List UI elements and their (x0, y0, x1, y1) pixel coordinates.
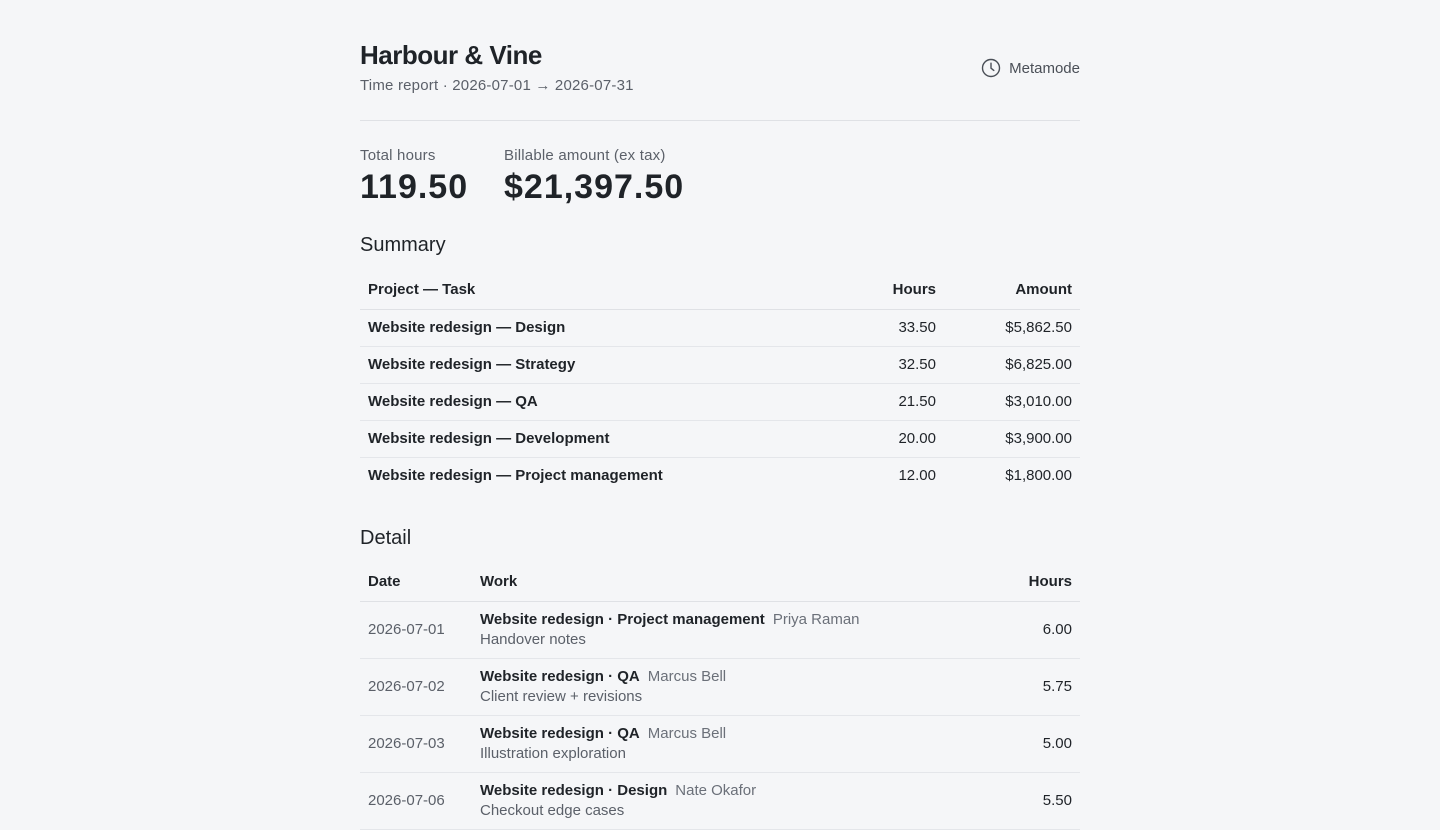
entry-task: Website redesign · Project management (480, 610, 765, 628)
table-row: Website redesign — QA 21.50 $3,010.00 (360, 383, 1080, 420)
detail-title: Detail (360, 527, 412, 549)
summary-header-row: Project — Task Hours Amount (360, 270, 1080, 309)
entry-task: Website redesign · Design (480, 781, 668, 799)
client-name: Harbour & Vine (360, 40, 542, 70)
table-row: 2026-07-06 Website redesign · Design Nate… (360, 772, 1080, 829)
table-row: Website redesign — Development 20.00 $3,… (360, 420, 1080, 457)
entry-note: Checkout edge cases (480, 801, 625, 819)
entry-note: Handover notes (480, 630, 586, 648)
table-row: 2026-07-02 Website redesign · QA Marcus B… (360, 658, 1080, 715)
summary-hours: 12.00 (898, 467, 936, 485)
summary-amount: $5,862.50 (1005, 319, 1072, 336)
summary-hours: 20.00 (898, 430, 936, 447)
summary-task: Website redesign — Strategy (368, 356, 576, 373)
entry-person: Priya Raman (772, 610, 860, 628)
entry-work: Website redesign · QA Marcus Bell Client … (472, 658, 944, 715)
brand: Metamode (981, 58, 1080, 78)
entry-work: Website redesign · Project management Pri… (472, 601, 944, 658)
entry-date: 2026-07-02 (368, 678, 445, 695)
billable-amount-stat: Billable amount (ex tax) $21,397.50 (504, 147, 684, 207)
entry-date: 2026-07-01 (368, 621, 445, 638)
entry-work: Website redesign · QA Marcus Bell Illustr… (472, 715, 944, 772)
summary-task: Website redesign — Design (368, 319, 566, 336)
entry-task: Website redesign · QA (480, 667, 640, 685)
table-row: 2026-07-03 Website redesign · QA Marcus B… (360, 715, 1080, 772)
total-hours-stat: Total hours 119.50 (360, 147, 468, 207)
entry-person: Marcus Bell (647, 724, 727, 742)
entry-person: Nate Okafor (675, 781, 757, 799)
entry-hours: 6.00 (1042, 621, 1072, 638)
column-header-hours: Hours (892, 280, 936, 298)
clock-icon (981, 58, 1001, 78)
billable-amount-label: Billable amount (ex tax) (504, 147, 666, 164)
summary-amount: $6,825.00 (1005, 356, 1072, 373)
entry-work: Website redesign · Design Nate Okafor Che… (472, 772, 944, 829)
summary-table: Project — Task Hours Amount Website rede… (360, 270, 1080, 494)
entry-hours: 5.75 (1042, 678, 1072, 695)
summary-hours: 33.50 (898, 319, 936, 336)
column-header-amount: Amount (1015, 280, 1072, 298)
summary-amount: $3,900.00 (1005, 430, 1072, 447)
total-hours-value: 119.50 (360, 168, 469, 206)
column-header-hours: Hours (1028, 572, 1072, 590)
time-report-page: Harbour & Vine Time report · 2026-07-01 … (360, 0, 1080, 829)
entry-note: Client review + revisions (480, 687, 643, 705)
summary-hours: 32.50 (898, 356, 936, 373)
column-header-task: Project — Task (368, 280, 476, 298)
entry-note: Illustration exploration (480, 744, 626, 762)
summary-amount: $1,800.00 (1005, 467, 1072, 485)
table-row: 2026-07-01 Website redesign · Project ma… (360, 601, 1080, 658)
table-row: Website redesign — Project management 12… (360, 457, 1080, 494)
entry-date: 2026-07-06 (368, 792, 445, 809)
summary-hours: 21.50 (898, 393, 936, 410)
billable-amount-value: $21,397.50 (504, 168, 685, 206)
table-row: Website redesign — Strategy 32.50 $6,825… (360, 346, 1080, 383)
entry-hours: 5.00 (1042, 735, 1072, 752)
column-header-date: Date (368, 572, 401, 590)
brand-name: Metamode (1009, 59, 1080, 77)
total-hours-label: Total hours (360, 147, 436, 164)
entry-person: Marcus Bell (647, 667, 727, 685)
summary-task: Website redesign — Project management (368, 467, 663, 485)
entry-date: 2026-07-03 (368, 735, 445, 752)
summary-title: Summary (360, 234, 446, 256)
summary-amount: $3,010.00 (1005, 393, 1072, 410)
totals: Total hours 119.50 Billable amount (ex t… (360, 121, 1080, 231)
summary-task: Website redesign — Development (368, 430, 610, 447)
entry-task: Website redesign · QA (480, 724, 640, 742)
column-header-work: Work (480, 572, 518, 590)
summary-task: Website redesign — QA (368, 393, 538, 410)
detail-header-row: Date Work Hours (360, 562, 1080, 601)
entry-hours: 5.50 (1042, 792, 1072, 809)
detail-table: Date Work Hours 2026-07-01 Website redes… (360, 562, 1080, 830)
table-row: Website redesign — Design 33.50 $5,862.5… (360, 309, 1080, 346)
report-header: Harbour & Vine Time report · 2026-07-01 … (360, 0, 1080, 121)
report-subtitle: Time report · 2026-07-01 → 2026-07-31 (360, 77, 634, 94)
